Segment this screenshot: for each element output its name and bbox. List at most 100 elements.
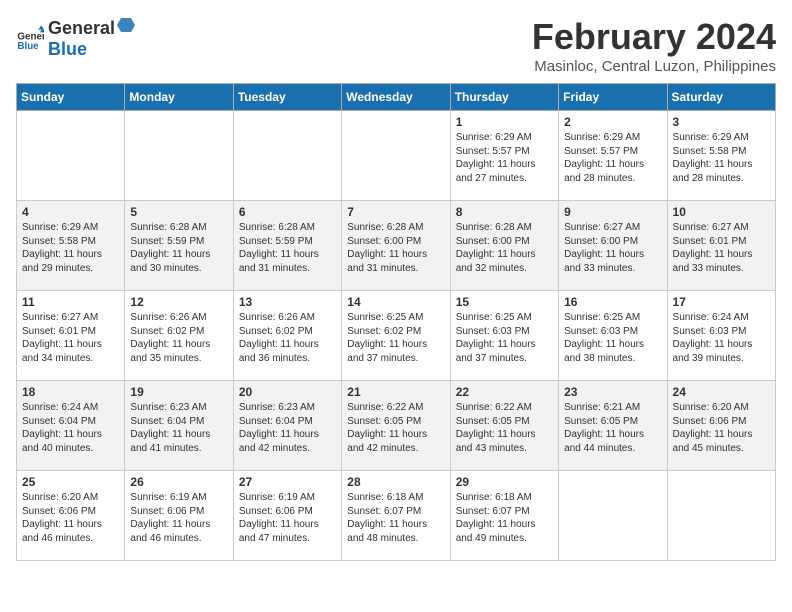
cell-content: Sunrise: 6:29 AM Sunset: 5:57 PM Dayligh… xyxy=(456,131,553,185)
cell-content: Sunrise: 6:19 AM Sunset: 6:06 PM Dayligh… xyxy=(239,491,336,545)
header-cell-monday: Monday xyxy=(125,84,233,111)
week-row-4: 18Sunrise: 6:24 AM Sunset: 6:04 PM Dayli… xyxy=(17,381,776,471)
day-number: 3 xyxy=(673,115,770,129)
calendar-cell: 14 Sunrise: 6:25 AM Sunset: 6:02 PM Dayli… xyxy=(342,291,450,381)
main-title: February 2024 xyxy=(532,16,776,58)
calendar-cell: 29Sunrise: 6:18 AM Sunset: 6:07 PM Dayli… xyxy=(450,471,558,561)
day-number: 5 xyxy=(130,205,227,219)
subtitle: Masinloc, Central Luzon, Philippines xyxy=(532,58,776,75)
day-number: 16 xyxy=(564,295,661,309)
header-row: SundayMondayTuesdayWednesdayThursdayFrid… xyxy=(17,84,776,111)
cell-content: Sunrise: 6:23 AM Sunset: 6:04 PM Dayligh… xyxy=(130,401,227,455)
calendar-body: 1 Sunrise: 6:29 AM Sunset: 5:57 PM Daylig… xyxy=(17,111,776,561)
day-number: 8 xyxy=(456,205,553,219)
week-row-3: 11 Sunrise: 6:27 AM Sunset: 6:01 PM Dayli… xyxy=(17,291,776,381)
day-number: 28 xyxy=(347,475,444,489)
cell-content: Sunrise: 6:27 AM Sunset: 6:01 PM Dayligh… xyxy=(673,221,770,275)
week-row-2: 4Sunrise: 6:29 AM Sunset: 5:58 PM Daylig… xyxy=(17,201,776,291)
svg-text:Blue: Blue xyxy=(17,41,39,52)
day-number: 14 xyxy=(347,295,444,309)
calendar-cell: 17 Sunrise: 6:24 AM Sunset: 6:03 PM Dayli… xyxy=(667,291,775,381)
day-number: 27 xyxy=(239,475,336,489)
calendar-cell: 18Sunrise: 6:24 AM Sunset: 6:04 PM Dayli… xyxy=(17,381,125,471)
calendar-cell: 15Sunrise: 6:25 AM Sunset: 6:03 PM Dayli… xyxy=(450,291,558,381)
header-cell-friday: Friday xyxy=(559,84,667,111)
cell-content: Sunrise: 6:28 AM Sunset: 5:59 PM Dayligh… xyxy=(130,221,227,275)
day-number: 25 xyxy=(22,475,119,489)
calendar-cell: 4Sunrise: 6:29 AM Sunset: 5:58 PM Daylig… xyxy=(17,201,125,291)
calendar-cell: 27 Sunrise: 6:19 AM Sunset: 6:06 PM Dayli… xyxy=(233,471,341,561)
day-number: 7 xyxy=(347,205,444,219)
day-number: 11 xyxy=(22,295,119,309)
logo-general-text: General xyxy=(48,18,115,39)
cell-content: Sunrise: 6:27 AM Sunset: 6:00 PM Dayligh… xyxy=(564,221,661,275)
calendar-cell: 28Sunrise: 6:18 AM Sunset: 6:07 PM Dayli… xyxy=(342,471,450,561)
calendar-cell: 19 Sunrise: 6:23 AM Sunset: 6:04 PM Dayli… xyxy=(125,381,233,471)
calendar-cell: 20Sunrise: 6:23 AM Sunset: 6:04 PM Dayli… xyxy=(233,381,341,471)
calendar-cell: 25 Sunrise: 6:20 AM Sunset: 6:06 PM Dayli… xyxy=(17,471,125,561)
header-cell-tuesday: Tuesday xyxy=(233,84,341,111)
cell-content: Sunrise: 6:28 AM Sunset: 6:00 PM Dayligh… xyxy=(347,221,444,275)
day-number: 21 xyxy=(347,385,444,399)
day-number: 18 xyxy=(22,385,119,399)
calendar-cell xyxy=(125,111,233,201)
calendar-table: SundayMondayTuesdayWednesdayThursdayFrid… xyxy=(16,83,776,561)
day-number: 2 xyxy=(564,115,661,129)
header-cell-saturday: Saturday xyxy=(667,84,775,111)
day-number: 13 xyxy=(239,295,336,309)
week-row-5: 25 Sunrise: 6:20 AM Sunset: 6:06 PM Dayli… xyxy=(17,471,776,561)
calendar-cell: 7 Sunrise: 6:28 AM Sunset: 6:00 PM Daylig… xyxy=(342,201,450,291)
day-number: 19 xyxy=(130,385,227,399)
cell-content: Sunrise: 6:28 AM Sunset: 6:00 PM Dayligh… xyxy=(456,221,553,275)
header-cell-thursday: Thursday xyxy=(450,84,558,111)
cell-content: Sunrise: 6:26 AM Sunset: 6:02 PM Dayligh… xyxy=(130,311,227,365)
calendar-cell: 26 Sunrise: 6:19 AM Sunset: 6:06 PM Dayli… xyxy=(125,471,233,561)
day-number: 4 xyxy=(22,205,119,219)
day-number: 24 xyxy=(673,385,770,399)
calendar-cell: 1 Sunrise: 6:29 AM Sunset: 5:57 PM Daylig… xyxy=(450,111,558,201)
day-number: 22 xyxy=(456,385,553,399)
header-cell-wednesday: Wednesday xyxy=(342,84,450,111)
day-number: 12 xyxy=(130,295,227,309)
cell-content: Sunrise: 6:29 AM Sunset: 5:57 PM Dayligh… xyxy=(564,131,661,185)
calendar-cell xyxy=(342,111,450,201)
logo-icon: General Blue xyxy=(16,24,44,52)
cell-content: Sunrise: 6:22 AM Sunset: 6:05 PM Dayligh… xyxy=(456,401,553,455)
day-number: 26 xyxy=(130,475,227,489)
cell-content: Sunrise: 6:27 AM Sunset: 6:01 PM Dayligh… xyxy=(22,311,119,365)
cell-content: Sunrise: 6:26 AM Sunset: 6:02 PM Dayligh… xyxy=(239,311,336,365)
day-number: 10 xyxy=(673,205,770,219)
day-number: 17 xyxy=(673,295,770,309)
calendar-cell: 13 Sunrise: 6:26 AM Sunset: 6:02 PM Dayli… xyxy=(233,291,341,381)
calendar-cell: 8 Sunrise: 6:28 AM Sunset: 6:00 PM Daylig… xyxy=(450,201,558,291)
calendar-cell: 3 Sunrise: 6:29 AM Sunset: 5:58 PM Daylig… xyxy=(667,111,775,201)
cell-content: Sunrise: 6:23 AM Sunset: 6:04 PM Dayligh… xyxy=(239,401,336,455)
calendar-cell xyxy=(17,111,125,201)
calendar-cell: 9Sunrise: 6:27 AM Sunset: 6:00 PM Daylig… xyxy=(559,201,667,291)
day-number: 1 xyxy=(456,115,553,129)
day-number: 23 xyxy=(564,385,661,399)
calendar-cell: 2 Sunrise: 6:29 AM Sunset: 5:57 PM Daylig… xyxy=(559,111,667,201)
cell-content: Sunrise: 6:22 AM Sunset: 6:05 PM Dayligh… xyxy=(347,401,444,455)
calendar-cell: 22 Sunrise: 6:22 AM Sunset: 6:05 PM Dayli… xyxy=(450,381,558,471)
calendar-cell xyxy=(233,111,341,201)
calendar-header: SundayMondayTuesdayWednesdayThursdayFrid… xyxy=(17,84,776,111)
week-row-1: 1 Sunrise: 6:29 AM Sunset: 5:57 PM Daylig… xyxy=(17,111,776,201)
day-number: 6 xyxy=(239,205,336,219)
day-number: 15 xyxy=(456,295,553,309)
cell-content: Sunrise: 6:29 AM Sunset: 5:58 PM Dayligh… xyxy=(673,131,770,185)
header-cell-sunday: Sunday xyxy=(17,84,125,111)
cell-content: Sunrise: 6:25 AM Sunset: 6:02 PM Dayligh… xyxy=(347,311,444,365)
day-number: 29 xyxy=(456,475,553,489)
calendar-cell: 23Sunrise: 6:21 AM Sunset: 6:05 PM Dayli… xyxy=(559,381,667,471)
cell-content: Sunrise: 6:24 AM Sunset: 6:03 PM Dayligh… xyxy=(673,311,770,365)
logo: General Blue General Blue xyxy=(16,16,137,60)
cell-content: Sunrise: 6:20 AM Sunset: 6:06 PM Dayligh… xyxy=(22,491,119,545)
cell-content: Sunrise: 6:19 AM Sunset: 6:06 PM Dayligh… xyxy=(130,491,227,545)
cell-content: Sunrise: 6:25 AM Sunset: 6:03 PM Dayligh… xyxy=(564,311,661,365)
calendar-cell: 10 Sunrise: 6:27 AM Sunset: 6:01 PM Dayli… xyxy=(667,201,775,291)
calendar-cell: 24 Sunrise: 6:20 AM Sunset: 6:06 PM Dayli… xyxy=(667,381,775,471)
cell-content: Sunrise: 6:20 AM Sunset: 6:06 PM Dayligh… xyxy=(673,401,770,455)
calendar-cell xyxy=(559,471,667,561)
logo-blue-text: Blue xyxy=(48,39,137,60)
